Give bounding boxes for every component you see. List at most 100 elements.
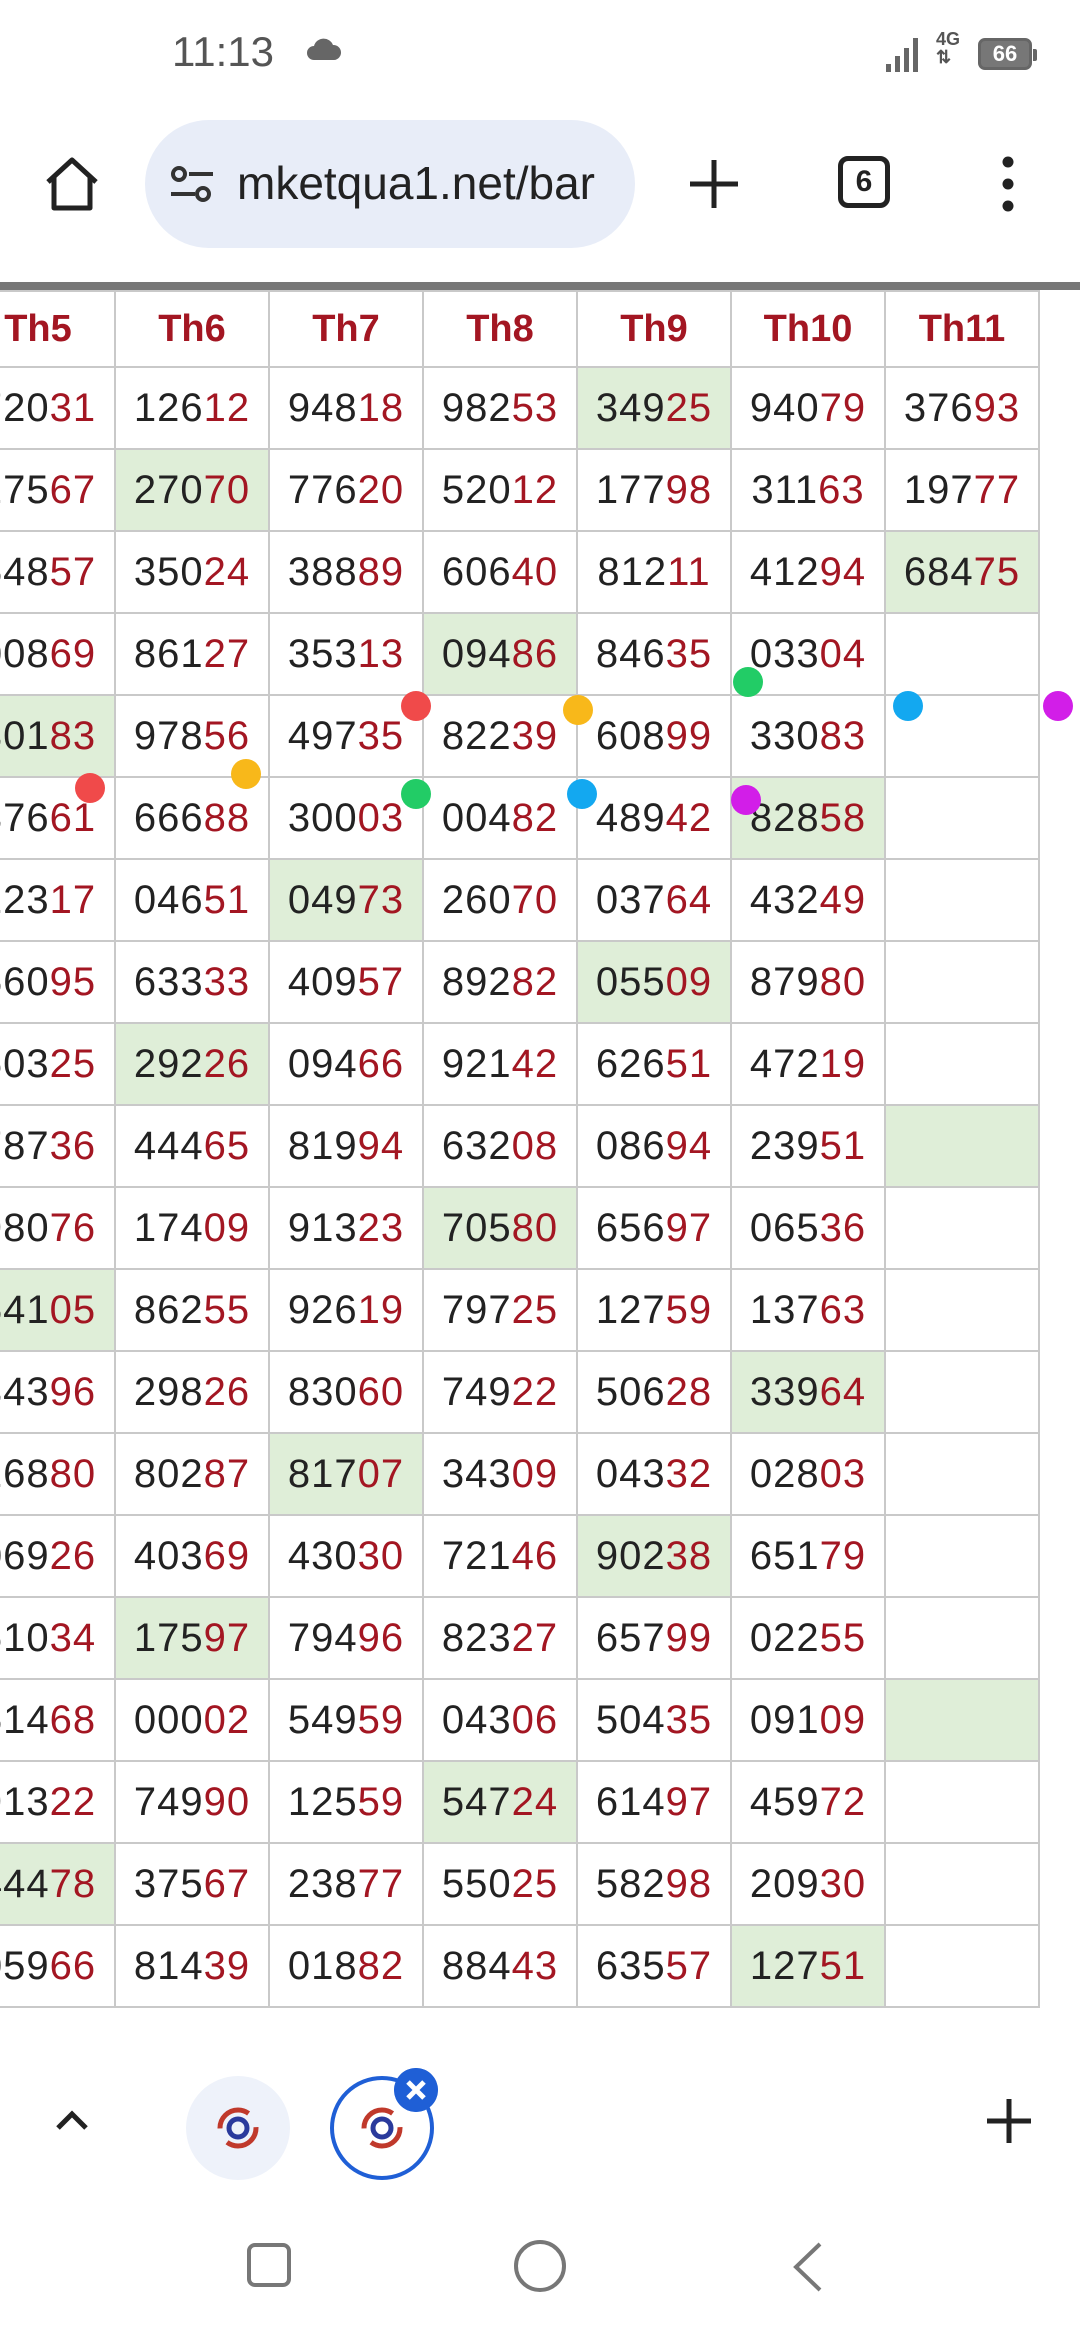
- number-prefix: 168: [0, 1451, 50, 1496]
- tab-switcher-button[interactable]: 6: [838, 156, 890, 208]
- number-prefix: 514: [0, 1697, 50, 1742]
- number-suffix: 38: [665, 1533, 713, 1578]
- number-prefix: 300: [287, 795, 358, 840]
- address-bar[interactable]: mketqua1.net/bar: [145, 120, 635, 248]
- home-nav-icon[interactable]: [512, 2238, 568, 2294]
- result-cell: 65179: [730, 1514, 886, 1598]
- number-suffix: 88: [203, 795, 251, 840]
- number-prefix: 375: [133, 1861, 204, 1906]
- number-suffix: 19: [819, 1041, 867, 1086]
- result-cell: 79725: [422, 1268, 578, 1352]
- number-suffix: 99: [665, 713, 713, 758]
- number-prefix: 608: [595, 713, 666, 758]
- column-header: Th5: [0, 290, 116, 368]
- number-prefix: 705: [441, 1205, 512, 1250]
- number-suffix: 25: [511, 1861, 559, 1906]
- number-suffix: 66: [357, 1041, 405, 1086]
- number-suffix: 99: [665, 1615, 713, 1660]
- number-suffix: 09: [203, 1205, 251, 1250]
- number-prefix: 409: [287, 959, 358, 1004]
- number-prefix: 823: [441, 1615, 512, 1660]
- number-prefix: 238: [287, 1861, 358, 1906]
- table-row: 069264036943030721469023865179: [0, 1514, 1040, 1598]
- url-text: mketqua1.net/bar: [237, 157, 596, 209]
- number-suffix: 57: [49, 549, 97, 594]
- result-cell: 41294: [730, 530, 886, 614]
- number-prefix: 043: [441, 1697, 512, 1742]
- result-cell: 31163: [730, 448, 886, 532]
- number-suffix: 68: [49, 1697, 97, 1742]
- number-prefix: 506: [595, 1369, 666, 1414]
- result-cell: 23951: [730, 1104, 886, 1188]
- result-cell: 79496: [268, 1596, 424, 1680]
- number-suffix: 83: [819, 713, 867, 758]
- add-tab-icon[interactable]: [984, 2096, 1034, 2146]
- number-suffix: 04: [819, 631, 867, 676]
- result-cell: 34309: [422, 1432, 578, 1516]
- number-suffix: 39: [511, 713, 559, 758]
- new-tab-icon[interactable]: [686, 156, 742, 212]
- site-settings-icon[interactable]: [169, 164, 215, 204]
- close-tab-icon[interactable]: [394, 2068, 438, 2112]
- network-type: 4G ⇅: [936, 29, 961, 67]
- number-suffix: 95: [49, 959, 97, 1004]
- result-cell: 12759: [576, 1268, 732, 1352]
- result-cell: 44465: [114, 1104, 270, 1188]
- result-cell: 12751: [730, 1924, 886, 2008]
- number-suffix: 49: [819, 877, 867, 922]
- number-suffix: 02: [203, 1697, 251, 1742]
- number-prefix: 175: [133, 1615, 204, 1660]
- recents-icon[interactable]: [246, 2242, 292, 2288]
- number-suffix: 67: [203, 1861, 251, 1906]
- result-cell: 49735: [268, 694, 424, 778]
- number-prefix: 822: [441, 713, 512, 758]
- tab-thumbnail[interactable]: [186, 2076, 290, 2180]
- result-cell: 94079: [730, 366, 886, 450]
- number-suffix: 25: [49, 1041, 97, 1086]
- number-prefix: 776: [287, 467, 358, 512]
- number-suffix: 70: [511, 877, 559, 922]
- number-suffix: 51: [819, 1943, 867, 1988]
- number-prefix: 018: [287, 1943, 358, 1988]
- number-suffix: 25: [665, 385, 713, 430]
- number-prefix: 022: [749, 1615, 820, 1660]
- number-suffix: 36: [819, 1205, 867, 1250]
- result-cell: 81707: [268, 1432, 424, 1516]
- result-cell: 01882: [268, 1924, 424, 2008]
- battery-level: 66: [992, 41, 1018, 66]
- result-cell: 81994: [268, 1104, 424, 1188]
- number-prefix: 603: [0, 1041, 50, 1086]
- table-row: 27567270707762052012177983116319777: [0, 448, 1040, 532]
- chevron-up-icon[interactable]: [52, 2104, 92, 2134]
- more-options-icon[interactable]: [996, 154, 1020, 214]
- number-prefix: 444: [133, 1123, 204, 1168]
- number-suffix: 12: [203, 385, 251, 430]
- table-row: 343962982683060749225062833964: [0, 1350, 1040, 1434]
- results-table-container[interactable]: Th5Th6Th7Th8Th9Th10Th11 7203112612948189…: [0, 282, 1080, 2060]
- number-prefix: 432: [749, 877, 820, 922]
- result-cell: 04973: [268, 858, 424, 942]
- number-prefix: 787: [0, 1123, 50, 1168]
- result-cell: 00482: [422, 776, 578, 860]
- result-cell: 04306: [422, 1678, 578, 1762]
- result-cell: 45972: [730, 1760, 886, 1844]
- home-icon[interactable]: [40, 152, 104, 216]
- number-suffix: 57: [665, 1943, 713, 1988]
- result-cell: 09486: [422, 612, 578, 696]
- number-suffix: 03: [819, 1451, 867, 1496]
- result-cell: 17798: [576, 448, 732, 532]
- back-icon[interactable]: [790, 2240, 826, 2294]
- number-prefix: 239: [749, 1123, 820, 1168]
- table-row: 008698612735313094868463503304: [0, 612, 1040, 696]
- table-row: 123170465104973260700376443249: [0, 858, 1040, 942]
- number-suffix: 80: [49, 1451, 97, 1496]
- number-suffix: 66: [49, 1943, 97, 1988]
- number-suffix: 25: [511, 1287, 559, 1332]
- number-prefix: 610: [0, 1615, 50, 1660]
- number-suffix: 69: [49, 631, 97, 676]
- result-cell: 43030: [268, 1514, 424, 1598]
- number-suffix: 69: [203, 1533, 251, 1578]
- number-prefix: 127: [595, 1287, 666, 1332]
- number-suffix: 30: [357, 1533, 405, 1578]
- result-cell: 30003: [268, 776, 424, 860]
